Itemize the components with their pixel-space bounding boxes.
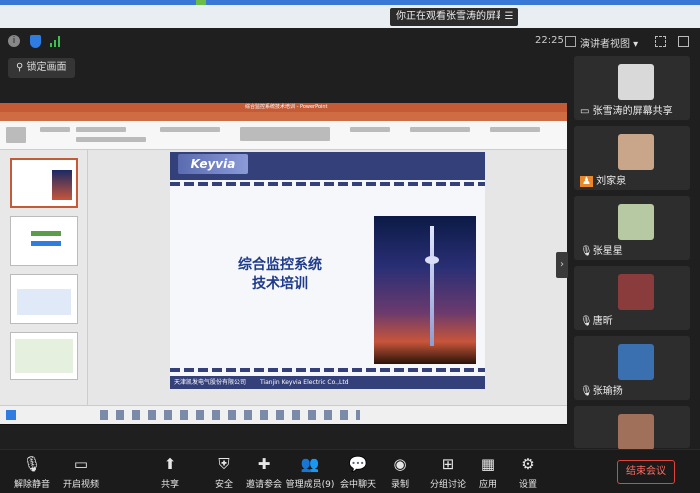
share-button[interactable]: ⬆ 共享 (144, 454, 196, 490)
mic-muted-icon: 🎙 (580, 246, 593, 257)
info-icon[interactable]: i (8, 35, 20, 47)
participant-name: 🎙唐昕 (580, 316, 613, 327)
slide-thumbnails (0, 150, 88, 405)
screen-share-icon: ▭ (580, 106, 593, 117)
ribbon-group (240, 127, 330, 141)
participant-tile[interactable] (574, 406, 690, 450)
mic-muted-icon: 🎙 (22, 455, 42, 473)
end-meeting-button[interactable]: 结束会议 (617, 460, 675, 484)
slide-title-line2: 技术培训 (252, 276, 308, 292)
record-icon: ◉ (393, 455, 407, 473)
ribbon-group (76, 137, 146, 142)
ribbon-group (40, 127, 70, 132)
lock-view-label: 锁定画面 (26, 62, 67, 73)
participant-tile[interactable]: 🎙唐昕 (574, 266, 690, 330)
user-badge-icon: ♟ (580, 176, 593, 187)
participant-panel: ▭ 张雪涛的屏幕共享 ♟ 刘家泉 🎙张星星 🎙唐昕 🎙张瑜扬 (570, 54, 700, 450)
participant-tile[interactable]: 🎙张瑜扬 (574, 336, 690, 400)
lock-view-button[interactable]: ⚲ 锁定画面 (8, 58, 75, 78)
settings-button[interactable]: ⚙ 设置 (502, 454, 554, 490)
ppt-ribbon (0, 121, 567, 150)
slide-divider (170, 182, 485, 186)
share-screen-icon: ⬆ (163, 455, 177, 473)
avatar (618, 344, 654, 380)
slide-divider (170, 368, 485, 372)
tower-photo (374, 216, 476, 364)
avatar (618, 64, 654, 100)
ppt-tabs (0, 112, 567, 121)
meeting-toolbar: 🎙 解除静音 ▭ 开启视频 ⬆ 共享 ⛨ 安全 ✚ 邀请参会 👥 管理成员(9) 💬 会中聊天… (0, 449, 700, 493)
presentation-slide: Keyvia 综合监控系统 技术培训 天津凯发电气股份有限公司 Tianjin … (170, 152, 485, 389)
video-off-icon: ▭ (73, 455, 89, 473)
shield-icon[interactable] (30, 35, 41, 48)
company-logo: Keyvia (178, 154, 248, 174)
participant-name: ♟ 刘家泉 (580, 176, 627, 187)
slide-title-line1: 综合监控系统 (238, 257, 322, 273)
fullscreen-icon[interactable] (655, 36, 666, 47)
participant-tile[interactable]: ♟ 刘家泉 (574, 126, 690, 190)
avatar (618, 274, 654, 310)
ppt-window-title: 综合监控系统技术培训 - PowerPoint (245, 104, 328, 110)
slide-thumbnail[interactable] (10, 216, 78, 266)
manage-members-button[interactable]: 👥 管理成员(9) (284, 454, 336, 490)
footer-company-en: Tianjin Keyvia Electric Co.,Ltd (259, 379, 349, 386)
participant-tile[interactable]: ▭ 张雪涛的屏幕共享 (574, 56, 690, 120)
slide-thumbnail[interactable] (10, 332, 78, 380)
slide-thumbnail[interactable] (10, 158, 78, 208)
start-video-button[interactable]: ▭ 开启视频 (55, 454, 107, 490)
viewing-screen-label: 你正在观看张雪涛的屏幕 (390, 8, 512, 26)
invite-button[interactable]: ✚ 邀请参会 (238, 454, 290, 490)
menu-icon[interactable]: ☰ (500, 8, 518, 26)
footer-company-cn: 天津凯发电气股份有限公司 (174, 379, 247, 386)
ribbon-group (6, 127, 26, 143)
pin-icon: ⚲ (16, 62, 27, 73)
participant-name: 🎙张星星 (580, 246, 623, 257)
layout-icon[interactable] (565, 36, 576, 47)
tower-shape (430, 226, 434, 346)
window-icon[interactable] (678, 36, 689, 47)
participant-name: 🎙张瑜扬 (580, 386, 623, 397)
slide-title: 综合监控系统 技术培训 (210, 256, 350, 294)
windows-taskbar (0, 405, 567, 424)
avatar (618, 414, 654, 450)
slide-footer: 天津凯发电气股份有限公司 Tianjin Keyvia Electric Co.… (170, 376, 485, 389)
ribbon-group (76, 127, 126, 132)
sharing-banner: 你正在观看张雪涛的屏幕 ☰ (0, 5, 700, 28)
ribbon-group (490, 127, 540, 132)
ppt-titlebar: 综合监控系统技术培训 - PowerPoint (0, 103, 567, 112)
gear-icon: ⚙ (521, 455, 535, 473)
signal-icon[interactable] (50, 35, 62, 47)
avatar (618, 204, 654, 240)
status-bar: i 22:25 演讲者视图 ▾ (0, 30, 700, 54)
meeting-window: { "banner": {"viewing_text": "你正在观看张雪涛的屏… (0, 0, 700, 493)
collapse-panel-icon[interactable]: › (556, 252, 568, 278)
mic-muted-icon: 🎙 (580, 386, 593, 397)
ribbon-group (410, 127, 470, 132)
ribbon-group (350, 127, 390, 132)
ribbon-group (160, 127, 220, 132)
unmute-button[interactable]: 🎙 解除静音 (6, 454, 58, 490)
add-user-icon: ✚ (257, 455, 271, 473)
record-button[interactable]: ◉ 录制 (374, 454, 426, 490)
members-icon: 👥 (300, 455, 320, 473)
participant-tile[interactable]: 🎙张星星 (574, 196, 690, 260)
slide-thumbnail[interactable] (10, 274, 78, 324)
slide-header: Keyvia (170, 152, 485, 180)
tower-bulb (425, 256, 439, 264)
meeting-time: 22:25 (535, 35, 564, 46)
participant-name: ▭ 张雪涛的屏幕共享 (580, 106, 673, 117)
view-mode-selector[interactable]: 演讲者视图 ▾ (580, 35, 638, 50)
avatar (618, 134, 654, 170)
mic-muted-icon: 🎙 (580, 316, 593, 327)
